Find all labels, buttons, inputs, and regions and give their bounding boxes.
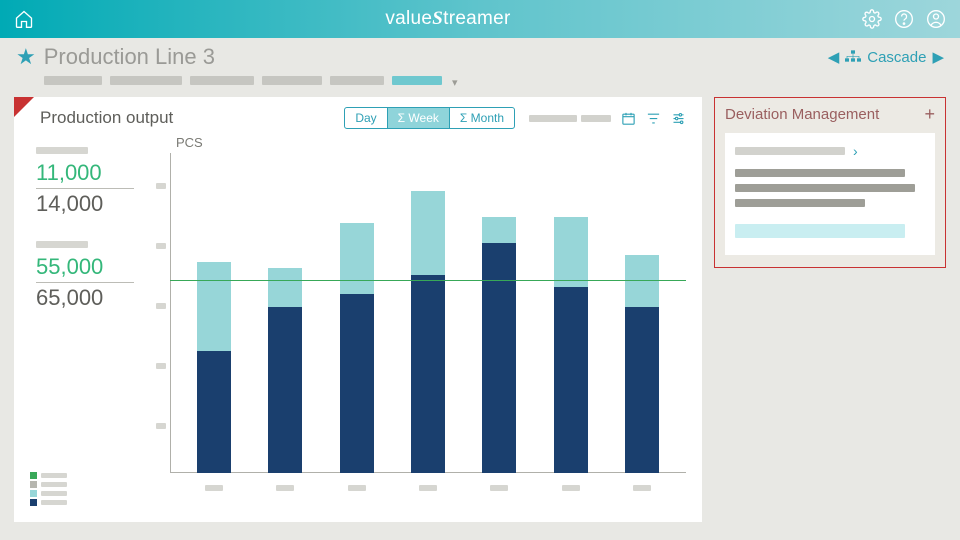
user-icon[interactable] (926, 9, 946, 29)
highlighted-item[interactable] (735, 224, 905, 238)
period-week[interactable]: Σ Week (387, 108, 449, 128)
page-title: Production Line 3 (44, 44, 215, 70)
tab-item[interactable] (44, 76, 102, 85)
chevron-down-icon[interactable]: ▾ (452, 76, 458, 89)
tab-item[interactable] (110, 76, 182, 85)
tab-item[interactable] (262, 76, 322, 85)
kpi-green-2: 55,000 (36, 254, 134, 280)
deviation-title: Deviation Management (725, 106, 879, 123)
calendar-icon[interactable] (621, 111, 636, 126)
tab-item[interactable] (330, 76, 384, 85)
cascade-nav[interactable]: ◀ Cascade ▶ (828, 48, 944, 66)
add-deviation-icon[interactable]: + (924, 104, 935, 125)
bar-chart: PCS (144, 135, 686, 495)
filter-icon[interactable] (646, 111, 661, 126)
card-title: Production output (40, 108, 173, 128)
deviation-panel: Deviation Management + › (714, 97, 946, 268)
period-day[interactable]: Day (345, 108, 386, 128)
tab-item[interactable] (190, 76, 254, 85)
kpi-panel: 11,000 14,000 55,000 65,000 (24, 135, 144, 495)
settings-icon[interactable] (862, 9, 882, 29)
app-brand: valueStreamer (34, 8, 862, 30)
tab-bar: ▾ (0, 72, 960, 97)
tab-item-active[interactable] (392, 76, 442, 85)
kpi-green-1: 11,000 (36, 160, 134, 186)
period-toggle: Day Σ Week Σ Month (344, 107, 515, 129)
kpi-black-2: 65,000 (36, 282, 134, 311)
alert-corner-icon (14, 97, 34, 117)
period-month[interactable]: Σ Month (449, 108, 514, 128)
home-icon[interactable] (14, 9, 34, 29)
cascade-right-icon[interactable]: ▶ (932, 48, 944, 66)
chart-card: Production output Day Σ Week Σ Month 11,… (14, 97, 702, 522)
help-icon[interactable] (894, 9, 914, 29)
favorite-star-icon[interactable]: ★ (16, 44, 36, 70)
chart-legend (30, 470, 67, 506)
sliders-icon[interactable] (671, 111, 686, 126)
chevron-right-icon[interactable]: › (853, 143, 858, 159)
kpi-black-1: 14,000 (36, 188, 134, 217)
y-axis-label: PCS (176, 135, 203, 150)
cascade-left-icon[interactable]: ◀ (828, 48, 840, 66)
